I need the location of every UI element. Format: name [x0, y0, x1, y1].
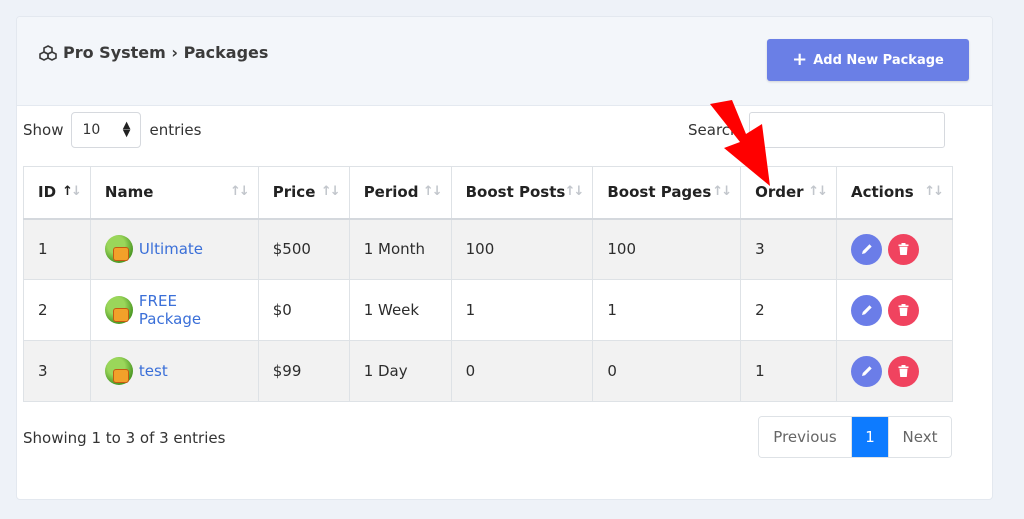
entries-label: entries: [149, 121, 202, 139]
cell-name: test: [89, 340, 259, 402]
package-icon: [104, 357, 133, 385]
add-package-label: Add New Package: [813, 52, 944, 68]
column-label: Name: [104, 183, 154, 202]
cell-period: 1 Day: [348, 340, 452, 402]
table-row: 1 Ultimate $500 1 Month 100 100 3: [23, 218, 953, 280]
cell-actions: [836, 279, 953, 341]
table-row: 3 test $99 1 Day 0 0 1: [23, 340, 953, 402]
cell-order: 2: [740, 279, 838, 341]
table-row: 2 FREE Package $0 1 Week 1 1 2: [23, 279, 953, 341]
column-label: Boost Posts: [465, 183, 566, 202]
pagination: Previous 1 Next: [758, 416, 952, 458]
show-label: Show: [23, 121, 64, 139]
sort-icon: ↑↓: [422, 184, 443, 199]
sort-icon: ↑↓: [924, 184, 944, 199]
entries-select-value: 10: [82, 122, 101, 138]
column-header-id[interactable]: ID ↑↓: [23, 166, 91, 220]
cell-id: 2: [23, 279, 91, 341]
cell-id: 1: [23, 218, 91, 280]
cell-actions: [836, 218, 953, 280]
cell-period: 1 Month: [348, 218, 452, 280]
delete-button[interactable]: [888, 233, 920, 265]
breadcrumb: Pro System › Packages: [39, 43, 268, 62]
column-header-actions[interactable]: Actions ↑↓: [836, 166, 953, 220]
sort-asc-icon: ↑↓: [62, 184, 82, 199]
cell-order: 3: [740, 218, 838, 280]
cell-name: Ultimate: [89, 218, 259, 280]
entries-select[interactable]: 10 ▲ ▼: [71, 112, 142, 148]
entries-length-control: Show 10 ▲ ▼ entries: [23, 112, 201, 148]
cell-price: $0: [257, 279, 350, 341]
cell-boost-pages: 0: [592, 340, 742, 402]
cell-period: 1 Week: [348, 279, 452, 341]
column-label: Boost Pages: [607, 183, 712, 202]
cell-boost-pages: 1: [592, 279, 742, 341]
sort-icon: ↑↓: [564, 184, 585, 199]
select-arrows-icon: ▲ ▼: [122, 120, 131, 139]
pencil-icon: [861, 305, 872, 315]
cell-actions: [836, 340, 953, 402]
page-title: Pro System › Packages: [63, 43, 269, 62]
trash-icon: [898, 304, 909, 316]
package-icon: [104, 296, 133, 324]
column-header-boost-posts[interactable]: Boost Posts ↑↓: [450, 166, 594, 220]
delete-button[interactable]: [888, 355, 920, 387]
sort-icon: ↑↓: [320, 184, 341, 199]
annotation-arrow: [710, 100, 770, 186]
package-link[interactable]: test: [139, 362, 168, 380]
table-header-row: ID ↑↓ Name ↑↓ Price ↑↓ Period ↑↓ Boost Posts…: [23, 166, 953, 220]
column-header-period[interactable]: Period ↑↓: [348, 166, 452, 220]
delete-button[interactable]: [888, 294, 920, 326]
sort-icon: ↑↓: [808, 184, 828, 199]
package-icon: [104, 235, 133, 264]
plus-icon: +: [792, 49, 808, 70]
previous-page-button[interactable]: Previous: [759, 417, 852, 457]
column-label: Actions: [851, 183, 914, 202]
edit-button[interactable]: [851, 355, 883, 387]
sort-icon: ↑↓: [229, 184, 250, 199]
cell-price: $99: [257, 340, 350, 402]
packages-table: ID ↑↓ Name ↑↓ Price ↑↓ Period ↑↓ Boost Posts…: [23, 166, 953, 402]
cell-boost-pages: 100: [592, 218, 742, 280]
cell-name: FREE Package: [89, 279, 259, 341]
page-1-button[interactable]: 1: [852, 417, 888, 457]
cell-order: 1: [740, 340, 838, 402]
package-link[interactable]: FREE Package: [139, 292, 244, 328]
add-package-button[interactable]: + Add New Package: [767, 39, 969, 81]
column-label: ID: [38, 183, 57, 202]
package-link[interactable]: Ultimate: [139, 240, 203, 258]
cell-boost-posts: 100: [450, 218, 594, 280]
pencil-icon: [861, 244, 872, 255]
column-header-name[interactable]: Name ↑↓: [89, 166, 259, 220]
cell-boost-posts: 1: [450, 279, 594, 341]
column-label: Period: [363, 183, 419, 202]
cell-price: $500: [257, 218, 350, 280]
next-page-button[interactable]: Next: [888, 417, 951, 457]
cubes-icon: [39, 44, 57, 61]
column-header-price[interactable]: Price ↑↓: [257, 166, 350, 220]
table-info: Showing 1 to 3 of 3 entries: [23, 429, 226, 447]
trash-icon: [898, 243, 909, 256]
trash-icon: [898, 365, 909, 377]
column-label: Price: [272, 183, 316, 202]
card-header: Pro System › Packages + Add New Package: [17, 17, 992, 106]
edit-button[interactable]: [851, 294, 883, 326]
pencil-icon: [861, 366, 872, 376]
cell-id: 3: [23, 340, 91, 402]
cell-boost-posts: 0: [450, 340, 594, 402]
edit-button[interactable]: [851, 233, 883, 265]
